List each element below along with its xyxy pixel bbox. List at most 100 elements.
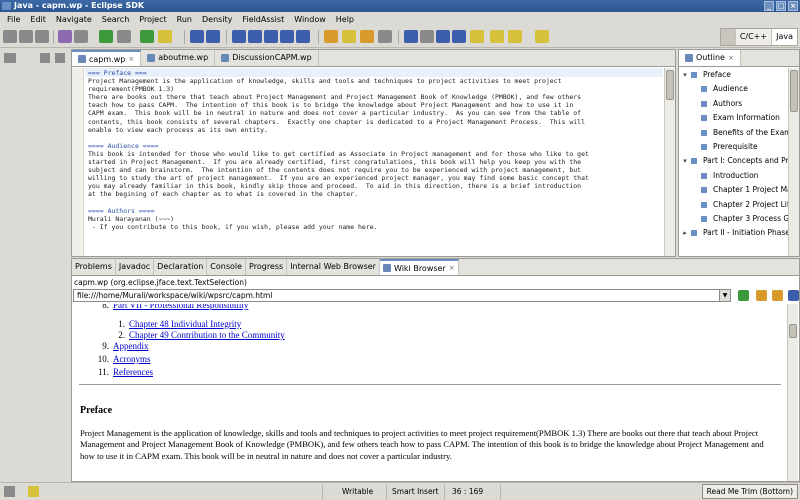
search-icon[interactable] — [342, 30, 356, 43]
outline-item[interactable]: Audience — [679, 82, 788, 96]
tab-declaration[interactable]: Declaration — [154, 259, 208, 275]
menu-navigate[interactable]: Navigate — [51, 15, 97, 24]
tab-problems[interactable]: Problems — [72, 259, 116, 275]
prev-annotation-icon[interactable] — [452, 30, 466, 43]
open-perspective-button[interactable] — [720, 29, 735, 45]
perspective-java[interactable]: Java — [771, 29, 797, 45]
editor-text[interactable]: === Preface === Project Management is the… — [88, 69, 661, 254]
menu-file[interactable]: File — [2, 15, 25, 24]
toc-link[interactable]: References — [113, 367, 153, 377]
read-me-trim-button[interactable]: Read Me Trim (Bottom) — [701, 484, 798, 499]
open-type-icon[interactable] — [324, 30, 338, 43]
last-edit-icon[interactable] — [470, 30, 484, 43]
tab-internal-web-browser[interactable]: Internal Web Browser — [287, 259, 380, 275]
editor-tab-aboutme-wp[interactable]: aboutme.wp — [141, 50, 216, 66]
expander-icon[interactable]: ▾ — [681, 154, 689, 168]
hint-icon[interactable] — [28, 486, 39, 497]
next-annotation-icon[interactable] — [436, 30, 450, 43]
restore-view-icon[interactable] — [4, 53, 16, 63]
wiki-icon-5[interactable] — [296, 30, 310, 43]
maximize-icon[interactable] — [55, 53, 65, 63]
outline-item[interactable]: ▾ Preface — [679, 68, 788, 82]
file-icon — [147, 54, 156, 62]
go-icon[interactable] — [738, 290, 749, 301]
refresh-icon[interactable] — [788, 290, 799, 301]
outline-item[interactable]: Chapter 2 Project Lif — [679, 198, 788, 212]
tab-progress[interactable]: Progress — [246, 259, 288, 275]
expander-icon[interactable]: ▸ — [681, 226, 689, 240]
menu-search[interactable]: Search — [97, 15, 134, 24]
outline-item[interactable]: ▸ Part II - Initiation Phase — [679, 226, 788, 240]
forward-icon[interactable] — [772, 290, 783, 301]
close-icon[interactable]: × — [128, 53, 134, 66]
toc-link[interactable]: Part VII - Professional Responsibility — [113, 304, 248, 310]
tab-console[interactable]: Console — [207, 259, 247, 275]
menu-edit[interactable]: Edit — [25, 15, 51, 24]
outline-item[interactable]: Authors — [679, 97, 788, 111]
close-icon[interactable]: × — [728, 50, 734, 66]
toc-link[interactable]: Appendix — [113, 341, 149, 351]
outline-item[interactable]: Benefits of the Exam — [679, 126, 788, 140]
menu-bar: File Edit Navigate Search Project Run Density F… — [0, 12, 800, 26]
new-java-project-icon[interactable] — [158, 30, 172, 43]
run-last-tool-icon[interactable] — [117, 30, 131, 43]
fast-view-icon[interactable] — [4, 486, 15, 497]
chevron-down-icon[interactable]: ▼ — [719, 290, 730, 301]
menu-project[interactable]: Project — [134, 15, 171, 24]
print-icon[interactable] — [35, 30, 49, 43]
browser-scrollbar[interactable] — [787, 304, 798, 481]
maximize-button[interactable]: □ — [776, 1, 786, 11]
wiki-icon-2[interactable] — [248, 30, 262, 43]
browser-scroll-thumb[interactable] — [789, 324, 797, 338]
annotation-icon[interactable] — [404, 30, 418, 43]
run-icon[interactable] — [99, 30, 113, 43]
menu-window[interactable]: Window — [289, 15, 331, 24]
menu-density[interactable]: Density — [197, 15, 237, 24]
menu-fieldassist[interactable]: FieldAssist — [237, 15, 289, 24]
close-button[interactable]: × — [788, 1, 798, 11]
edit-icon[interactable] — [420, 30, 434, 43]
tab-outline[interactable]: Outline × — [679, 50, 741, 66]
outline-item[interactable]: Introduction — [679, 169, 788, 183]
back-icon[interactable] — [490, 30, 504, 43]
outline-item[interactable]: Chapter 3 Process G — [679, 212, 788, 226]
toc-link[interactable]: Chapter 49 Contribution to the Community — [129, 330, 285, 340]
debug-icon[interactable] — [58, 30, 72, 43]
new-package-icon[interactable] — [190, 30, 204, 43]
tab-javadoc[interactable]: Javadoc — [116, 259, 155, 275]
forward-icon[interactable] — [508, 30, 522, 43]
new-icon[interactable] — [3, 30, 17, 43]
editor-tab-capm-wp[interactable]: capm.wp × — [72, 50, 142, 66]
editor-scrollbar[interactable] — [664, 68, 675, 256]
menu-run[interactable]: Run — [172, 15, 197, 24]
navigate-icon[interactable] — [535, 30, 549, 43]
outline-item[interactable]: Prerequisite — [679, 140, 788, 154]
url-field[interactable]: file:///home/Murali/workspace/wiki/wpsrc… — [73, 289, 731, 302]
toggle-mark-icon[interactable] — [378, 30, 392, 43]
outline-item[interactable]: Chapter 1 Project Ma — [679, 183, 788, 197]
outline-scroll-thumb[interactable] — [790, 70, 798, 112]
outline-scrollbar[interactable] — [788, 68, 799, 256]
toc-link[interactable]: Chapter 48 Individual Integrity — [129, 319, 241, 329]
minimize-icon[interactable] — [40, 53, 50, 63]
menu-help[interactable]: Help — [331, 15, 359, 24]
tab-wiki-browser[interactable]: Wiki Browser × — [379, 259, 459, 275]
perspective-cpp[interactable]: C/C++ — [734, 29, 771, 45]
external-tools-icon[interactable] — [74, 30, 88, 43]
close-icon[interactable]: × — [449, 262, 455, 275]
back-icon[interactable] — [756, 290, 767, 301]
editor-scroll-thumb[interactable] — [666, 70, 674, 100]
new-class-icon[interactable] — [206, 30, 220, 43]
open-task-icon[interactable] — [360, 30, 374, 43]
minimize-button[interactable]: _ — [764, 1, 774, 11]
wiki-icon-1[interactable] — [232, 30, 246, 43]
editor-tab-discussioncapm-wp[interactable]: DiscussionCAPM.wp — [215, 50, 319, 66]
wiki-icon-3[interactable] — [264, 30, 278, 43]
save-icon[interactable] — [19, 30, 33, 43]
outline-item[interactable]: Exam Information — [679, 111, 788, 125]
coverage-icon[interactable] — [140, 30, 154, 43]
outline-item[interactable]: ▾ Part I: Concepts and Pra — [679, 154, 788, 168]
toc-link[interactable]: Acronyms — [113, 354, 151, 364]
expander-icon[interactable]: ▾ — [681, 68, 689, 82]
wiki-icon-4[interactable] — [280, 30, 294, 43]
